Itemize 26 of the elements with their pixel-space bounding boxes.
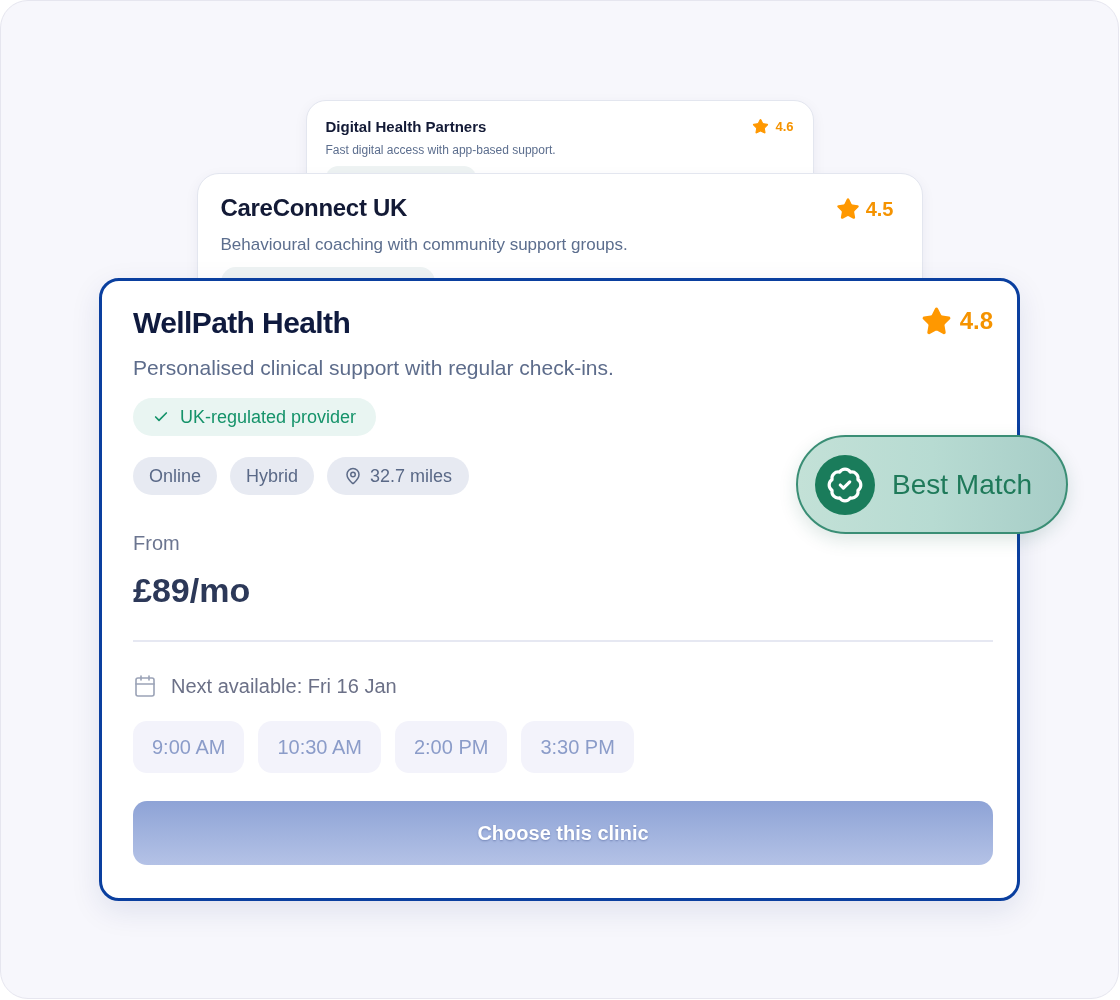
map-pin-icon	[344, 467, 363, 485]
distance-text: 32.7 miles	[370, 464, 453, 488]
star-icon	[835, 197, 860, 221]
rating-text: 4.8	[959, 306, 993, 336]
time-slot[interactable]: 9:00 AM	[133, 721, 245, 773]
time-slot[interactable]: 2:00 PM	[394, 721, 508, 773]
price-label: From	[133, 531, 180, 556]
calendar-icon	[133, 674, 157, 698]
rating-text: 4.6	[775, 118, 794, 136]
clinic-description: Personalised clinical support with regular check-ins.	[133, 355, 614, 381]
next-available-text: Next available: Fri 16 Jan	[171, 674, 397, 699]
clinic-description: Behavioural coaching with community support groups.	[220, 234, 628, 256]
clinic-name: Digital Health Partners	[325, 117, 487, 137]
mode-tag: Online	[133, 457, 218, 495]
verified-text: UK-regulated provider	[180, 405, 357, 429]
clinic-name: CareConnect UK	[220, 194, 407, 222]
time-slot[interactable]: 3:30 PM	[521, 721, 634, 773]
best-match-text: Best Match	[892, 467, 1033, 502]
rating-text: 4.5	[865, 197, 894, 222]
star-icon	[752, 118, 770, 136]
price-text: £89/mo	[133, 570, 251, 610]
mode-tag: Hybrid	[230, 457, 315, 495]
star-icon	[920, 305, 952, 337]
clinic-description: Fast digital access with app-based support.	[325, 142, 556, 158]
time-slot[interactable]: 10:30 AM	[258, 721, 381, 773]
clinic-name: WellPath Health	[133, 305, 351, 341]
